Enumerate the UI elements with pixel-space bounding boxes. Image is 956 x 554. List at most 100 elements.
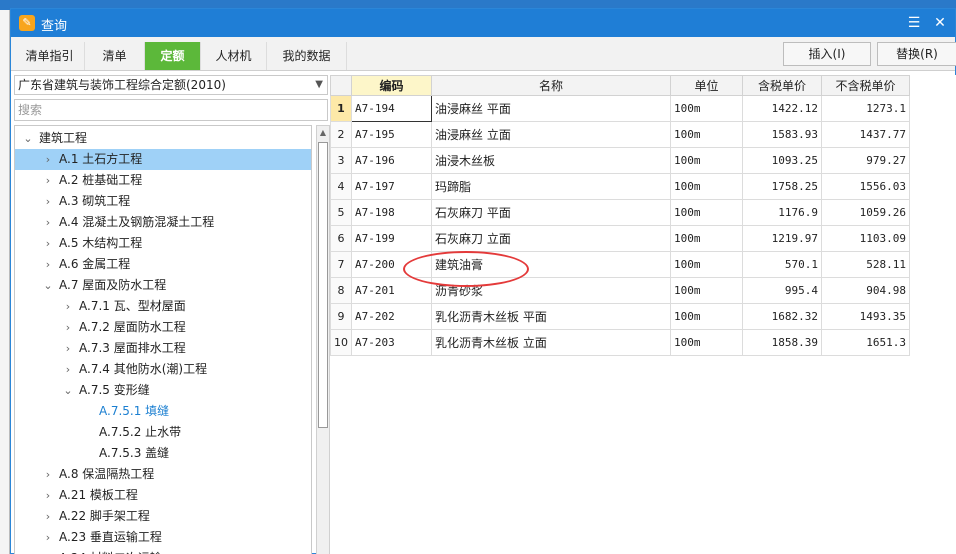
col-header-name[interactable]: 名称 — [431, 75, 671, 96]
tree-item[interactable]: › A.3 砌筑工程 — [15, 191, 311, 212]
cell-code[interactable]: A7-203 — [351, 329, 432, 356]
chevron-down-icon[interactable]: ⌄ — [41, 275, 55, 296]
cell-price-tax[interactable]: 1219.97 — [742, 225, 822, 252]
tab-quota[interactable]: 定额 — [145, 42, 201, 70]
col-header-price-tax[interactable]: 含税单价 — [742, 75, 822, 96]
tree-scrollbar[interactable]: ▲ — [316, 125, 330, 554]
cell-index[interactable]: 9 — [330, 303, 352, 330]
cell-unit[interactable]: 100m — [670, 199, 743, 226]
cell-unit[interactable]: 100m — [670, 277, 743, 304]
tree-item[interactable]: › A.5 木结构工程 — [15, 233, 311, 254]
cell-name[interactable]: 油浸麻丝 立面 — [431, 121, 671, 148]
tab-my-data[interactable]: 我的数据 — [267, 42, 347, 70]
tree-item[interactable]: › A.7.1 瓦、型材屋面 — [15, 296, 311, 317]
insert-button[interactable]: 插入(I) — [783, 42, 871, 66]
tab-bill-guide[interactable]: 清单指引 — [15, 42, 85, 70]
cell-price-notax[interactable]: 1103.09 — [821, 225, 910, 252]
table-row[interactable]: 6 A7-199 石灰麻刀 立面 100m 1219.97 1103.09 — [330, 225, 910, 252]
cell-name[interactable]: 石灰麻刀 平面 — [431, 199, 671, 226]
cell-unit[interactable]: 100m — [670, 121, 743, 148]
col-header-unit[interactable]: 单位 — [670, 75, 743, 96]
cell-code[interactable]: A7-197 — [351, 173, 432, 200]
cell-code[interactable]: A7-198 — [351, 199, 432, 226]
scroll-up-icon[interactable]: ▲ — [317, 126, 329, 140]
tree-item[interactable]: › A.23 垂直运输工程 — [15, 527, 311, 548]
cell-name[interactable]: 油浸木丝板 — [431, 147, 671, 174]
table-row[interactable]: 2 A7-195 油浸麻丝 立面 100m 1583.93 1437.77 — [330, 121, 910, 148]
cell-price-notax[interactable]: 1273.1 — [821, 95, 910, 122]
tree-item[interactable]: A.7.5.2 止水带 — [15, 422, 311, 443]
cell-code[interactable]: A7-196 — [351, 147, 432, 174]
tree-item[interactable]: A.7.5.3 盖缝 — [15, 443, 311, 464]
table-row[interactable]: 3 A7-196 油浸木丝板 100m 1093.25 979.27 — [330, 147, 910, 174]
cell-price-notax[interactable]: 904.98 — [821, 277, 910, 304]
table-row[interactable]: 4 A7-197 玛蹄脂 100m 1758.25 1556.03 — [330, 173, 910, 200]
cell-price-notax[interactable]: 1556.03 — [821, 173, 910, 200]
tree-item[interactable]: ⌄ 建筑工程 — [15, 128, 311, 149]
cell-index[interactable]: 4 — [330, 173, 352, 200]
search-input[interactable] — [14, 99, 328, 121]
chevron-right-icon[interactable]: › — [41, 506, 55, 527]
cell-code[interactable]: A7-195 — [351, 121, 432, 148]
cell-unit[interactable]: 100m — [670, 147, 743, 174]
chevron-right-icon[interactable]: › — [41, 464, 55, 485]
cell-price-notax[interactable]: 1493.35 — [821, 303, 910, 330]
cell-index[interactable]: 3 — [330, 147, 352, 174]
tree-item[interactable]: ⌄ A.7 屋面及防水工程 — [15, 275, 311, 296]
cell-unit[interactable]: 100m — [670, 303, 743, 330]
quota-library-select[interactable]: 广东省建筑与装饰工程综合定额(2010) ▼ — [14, 75, 328, 95]
tree-item[interactable]: › A.6 金属工程 — [15, 254, 311, 275]
cell-price-tax[interactable]: 1758.25 — [742, 173, 822, 200]
cell-price-tax[interactable]: 995.4 — [742, 277, 822, 304]
cell-price-tax[interactable]: 1682.32 — [742, 303, 822, 330]
cell-price-notax[interactable]: 528.11 — [821, 251, 910, 278]
chevron-right-icon[interactable]: › — [61, 317, 75, 338]
cell-price-tax[interactable]: 1583.93 — [742, 121, 822, 148]
table-row[interactable]: 1 A7-194 油浸麻丝 平面 100m 1422.12 1273.1 — [330, 95, 910, 122]
chevron-right-icon[interactable]: › — [61, 359, 75, 380]
cell-name[interactable]: 石灰麻刀 立面 — [431, 225, 671, 252]
table-row[interactable]: 9 A7-202 乳化沥青木丝板 平面 100m 1682.32 1493.35 — [330, 303, 910, 330]
table-row[interactable]: 5 A7-198 石灰麻刀 平面 100m 1176.9 1059.26 — [330, 199, 910, 226]
tree-item[interactable]: A.7.5.1 填缝 — [15, 401, 311, 422]
menu-icon[interactable]: ☰ — [903, 13, 925, 33]
tree-item[interactable]: › A.22 脚手架工程 — [15, 506, 311, 527]
cell-price-tax[interactable]: 1093.25 — [742, 147, 822, 174]
tab-labor-material-machine[interactable]: 人材机 — [201, 42, 267, 70]
cell-unit[interactable]: 100m — [670, 95, 743, 122]
table-row[interactable]: 10 A7-203 乳化沥青木丝板 立面 100m 1858.39 1651.3 — [330, 329, 910, 356]
cell-price-notax[interactable]: 1059.26 — [821, 199, 910, 226]
cell-index[interactable]: 1 — [330, 95, 352, 122]
replace-button[interactable]: 替换(R) — [877, 42, 956, 66]
table-row[interactable]: 8 A7-201 沥青砂浆 100m 995.4 904.98 — [330, 277, 910, 304]
chevron-right-icon[interactable]: › — [41, 149, 55, 170]
cell-price-notax[interactable]: 1437.77 — [821, 121, 910, 148]
cell-code[interactable]: A7-194 — [351, 95, 432, 122]
cell-index[interactable]: 7 — [330, 251, 352, 278]
cell-unit[interactable]: 100m — [670, 251, 743, 278]
chevron-right-icon[interactable]: › — [41, 212, 55, 233]
tree-item[interactable]: › A.7.3 屋面排水工程 — [15, 338, 311, 359]
cell-name[interactable]: 乳化沥青木丝板 立面 — [431, 329, 671, 356]
tree-item[interactable]: › A.8 保温隔热工程 — [15, 464, 311, 485]
chevron-right-icon[interactable]: › — [41, 233, 55, 254]
chevron-right-icon[interactable]: › — [41, 191, 55, 212]
tree-item[interactable]: › A.7.2 屋面防水工程 — [15, 317, 311, 338]
cell-unit[interactable]: 100m — [670, 225, 743, 252]
scroll-thumb[interactable] — [318, 142, 328, 428]
cell-index[interactable]: 2 — [330, 121, 352, 148]
tree-item[interactable]: › A.2 桩基础工程 — [15, 170, 311, 191]
chevron-right-icon[interactable]: › — [41, 254, 55, 275]
cell-code[interactable]: A7-202 — [351, 303, 432, 330]
tree-item[interactable]: › A.7.4 其他防水(潮)工程 — [15, 359, 311, 380]
cell-price-notax[interactable]: 1651.3 — [821, 329, 910, 356]
cell-price-notax[interactable]: 979.27 — [821, 147, 910, 174]
chevron-right-icon[interactable]: › — [41, 527, 55, 548]
tree-item[interactable]: › A.24 材料二次运输 — [15, 548, 311, 554]
cell-price-tax[interactable]: 1176.9 — [742, 199, 822, 226]
chevron-right-icon[interactable]: › — [61, 338, 75, 359]
cell-unit[interactable]: 100m — [670, 173, 743, 200]
chevron-right-icon[interactable]: › — [41, 170, 55, 191]
cell-code[interactable]: A7-199 — [351, 225, 432, 252]
cell-unit[interactable]: 100m — [670, 329, 743, 356]
